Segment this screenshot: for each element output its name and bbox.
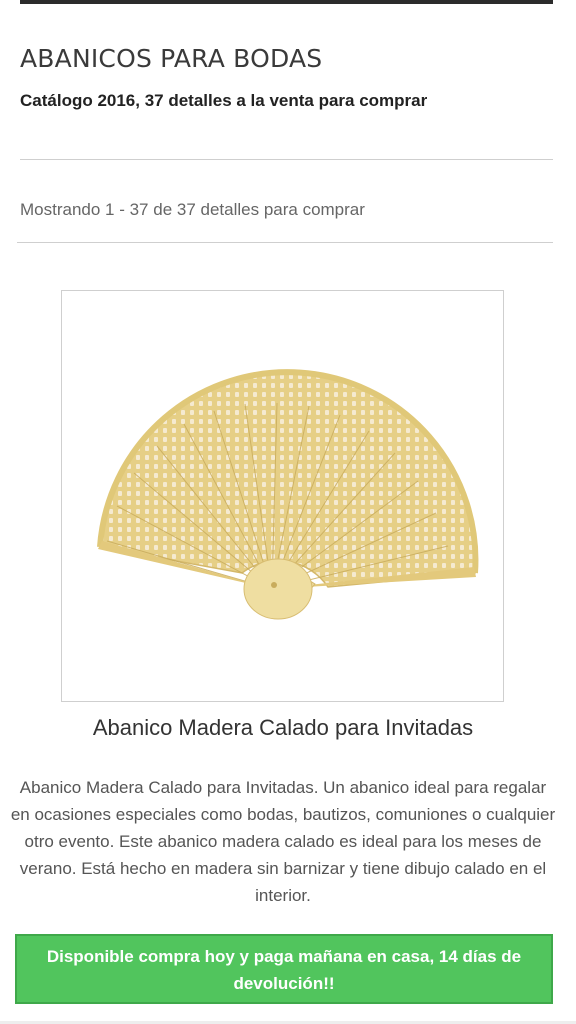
divider — [20, 159, 553, 160]
results-count: Mostrando 1 - 37 de 37 detalles para com… — [20, 200, 365, 219]
availability-banner-button[interactable]: Disponible compra hoy y paga mañana en c… — [15, 934, 553, 1004]
product-title[interactable]: Abanico Madera Calado para Invitadas — [0, 715, 566, 741]
page-subtitle: Catálogo 2016, 37 detalles a la venta pa… — [20, 91, 428, 110]
page-title: ABANICOS PARA BODAS — [20, 44, 323, 73]
page: ABANICOS PARA BODAS Catálogo 2016, 37 de… — [0, 0, 576, 1024]
wooden-fan-image — [97, 369, 479, 620]
product-description: Abanico Madera Calado para Invitadas. Un… — [10, 778, 556, 905]
top-bar — [20, 0, 553, 4]
product-image[interactable] — [61, 290, 504, 702]
divider — [17, 242, 553, 243]
